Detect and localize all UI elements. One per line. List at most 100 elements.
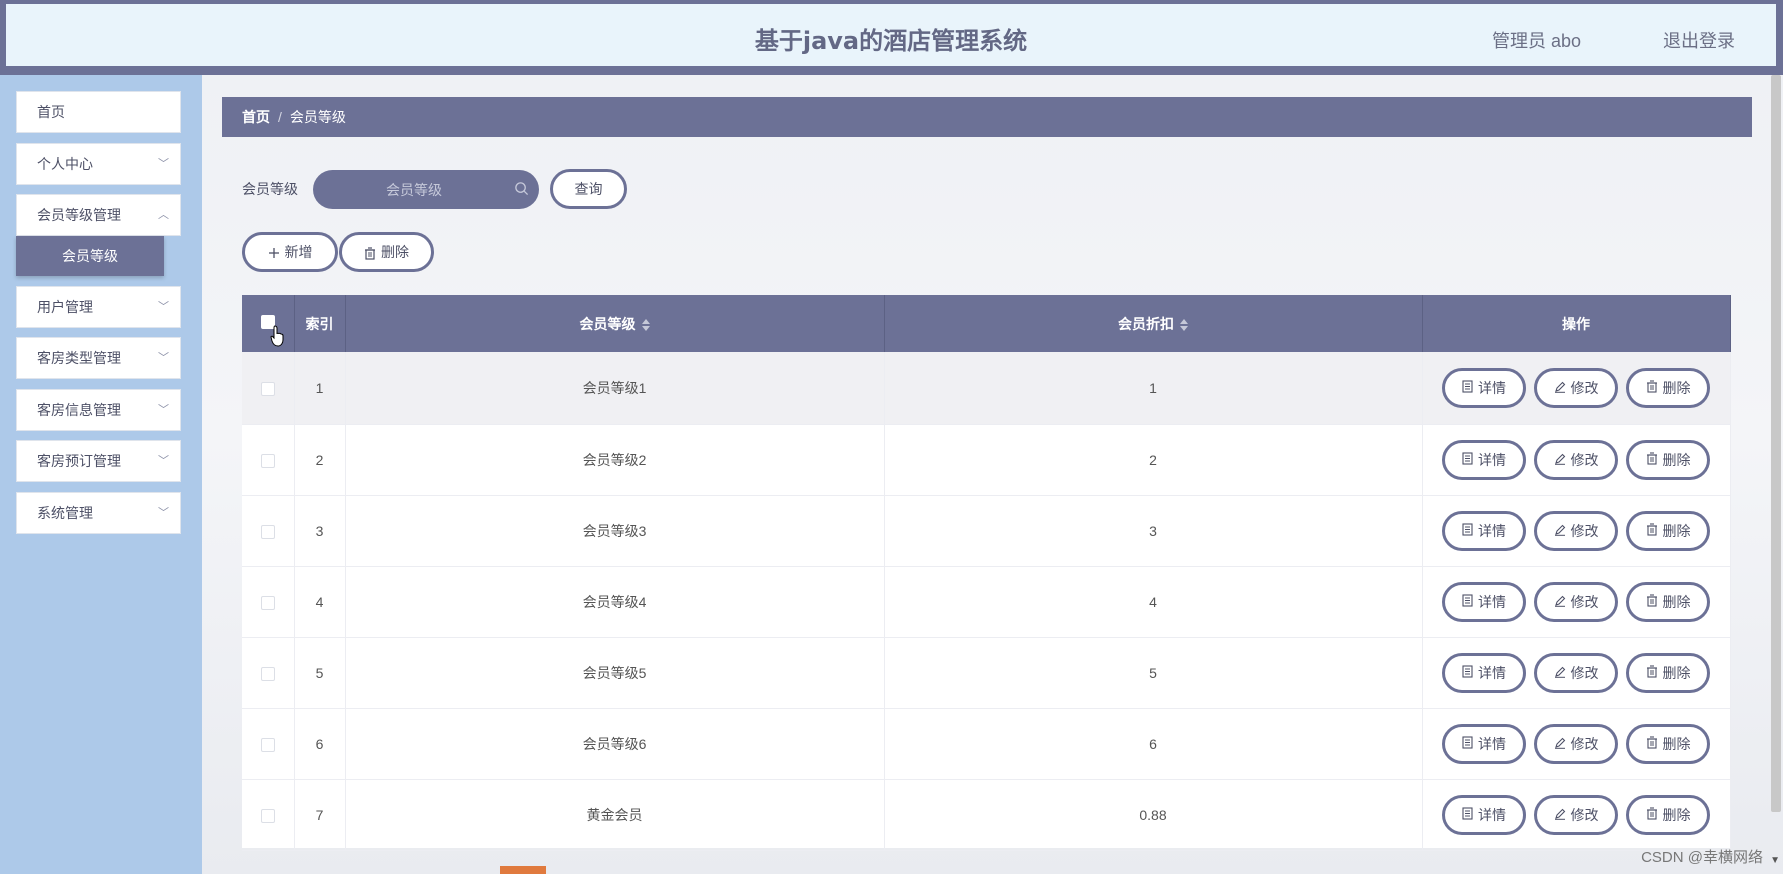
cell-index: 2 (294, 424, 346, 495)
delete-button[interactable]: 删除 (1626, 794, 1710, 835)
detail-label: 详情 (1478, 522, 1506, 539)
cell-level: 会员等级1 (345, 352, 885, 424)
trash-icon (1646, 727, 1658, 761)
delete-label: 删除 (1662, 379, 1691, 396)
row-select-cell (242, 708, 295, 779)
delete-button[interactable]: 删除 (1626, 367, 1710, 408)
breadcrumb-home[interactable]: 首页 (242, 109, 270, 125)
mouse-cursor-icon (270, 325, 284, 347)
chevron-down-icon: ﹀ (158, 301, 169, 313)
cell-ops: 详情 修改 删除 (1422, 708, 1731, 779)
detail-button[interactable]: 详情 (1442, 723, 1526, 764)
plus-icon (268, 248, 279, 259)
row-checkbox[interactable] (260, 737, 275, 752)
detail-button[interactable]: 详情 (1442, 439, 1526, 480)
trash-icon (1646, 443, 1658, 477)
sidebar-subitem-member-level[interactable]: 会员等级 (16, 236, 164, 276)
row-select-cell (242, 352, 295, 424)
cell-discount: 5 (884, 637, 1423, 708)
delete-label: 删除 (1662, 806, 1691, 823)
delete-button[interactable]: 删除 (1626, 581, 1710, 622)
edit-button[interactable]: 修改 (1534, 510, 1618, 551)
detail-label: 详情 (1478, 806, 1506, 823)
cell-index: 6 (294, 708, 346, 779)
edit-button[interactable]: 修改 (1534, 794, 1618, 835)
table-row: 3 会员等级3 3 详情 修改 删除 (242, 495, 1731, 566)
cell-level: 会员等级6 (345, 708, 885, 779)
edit-icon (1554, 585, 1566, 619)
header-ops: 操作 (1422, 295, 1731, 352)
scrollbar-thumb[interactable] (1771, 75, 1781, 812)
header-discount[interactable]: 会员折扣 (884, 295, 1423, 352)
sidebar-item-label: 客房预订管理 (37, 453, 121, 469)
table-row: 5 会员等级5 5 详情 修改 删除 (242, 637, 1731, 708)
table-row: 7 黄金会员 0.88 详情 修改 删除 (242, 779, 1731, 850)
edit-button[interactable]: 修改 (1534, 581, 1618, 622)
edit-button[interactable]: 修改 (1534, 652, 1618, 693)
trash-icon (1646, 798, 1658, 832)
logout-link[interactable]: 退出登录 (1663, 27, 1735, 53)
edit-button[interactable]: 修改 (1534, 367, 1618, 408)
cell-discount: 2 (884, 424, 1423, 495)
sidebar-item-room-info-mgmt[interactable]: 客房信息管理 ﹀ (16, 389, 181, 431)
scroll-down-arrow-icon[interactable]: ▼ (1770, 855, 1780, 866)
edit-button[interactable]: 修改 (1534, 723, 1618, 764)
document-icon (1462, 727, 1473, 761)
detail-button[interactable]: 详情 (1442, 581, 1526, 622)
cell-ops: 详情 修改 删除 (1422, 352, 1731, 424)
detail-label: 详情 (1478, 451, 1506, 468)
sidebar-item-system-mgmt[interactable]: 系统管理 ﹀ (16, 492, 181, 534)
delete-label: 删除 (1662, 664, 1691, 681)
row-checkbox[interactable] (260, 453, 275, 468)
header-level-label: 会员等级 (579, 315, 636, 332)
sort-icon[interactable] (1180, 318, 1188, 331)
cell-discount: 3 (884, 495, 1423, 566)
add-button-label: 新增 (284, 244, 313, 260)
row-checkbox[interactable] (260, 666, 275, 681)
row-checkbox[interactable] (260, 808, 275, 823)
detail-button[interactable]: 详情 (1442, 794, 1526, 835)
search-input[interactable] (313, 170, 539, 209)
delete-button[interactable]: 删除 (1626, 652, 1710, 693)
cell-index: 3 (294, 495, 346, 566)
detail-button[interactable]: 详情 (1442, 510, 1526, 551)
cell-index: 5 (294, 637, 346, 708)
cell-index: 1 (294, 352, 346, 424)
row-checkbox[interactable] (260, 595, 275, 610)
delete-label: 删除 (1662, 522, 1691, 539)
edit-button[interactable]: 修改 (1534, 439, 1618, 480)
sidebar-item-booking-mgmt[interactable]: 客房预订管理 ﹀ (16, 440, 181, 482)
delete-button[interactable]: 删除 (1626, 439, 1710, 480)
query-button[interactable]: 查询 (550, 169, 627, 209)
delete-button[interactable]: 删除 (1626, 510, 1710, 551)
delete-button[interactable]: 删除 (1626, 723, 1710, 764)
cell-index: 7 (294, 779, 346, 850)
sidebar-item-profile[interactable]: 个人中心 ﹀ (16, 143, 181, 185)
row-checkbox[interactable] (260, 381, 275, 396)
detail-button[interactable]: 详情 (1442, 652, 1526, 693)
sidebar-item-home[interactable]: 首页 (16, 91, 181, 133)
edit-label: 修改 (1570, 735, 1599, 752)
sort-icon[interactable] (641, 318, 650, 331)
row-select-cell (242, 495, 295, 566)
batch-delete-label: 删除 (381, 244, 409, 260)
batch-delete-button[interactable]: 删除 (339, 232, 434, 272)
sidebar-item-member-level-mgmt[interactable]: 会员等级管理 ︿ (16, 194, 181, 236)
search-box (313, 170, 539, 209)
detail-button[interactable]: 详情 (1442, 367, 1526, 408)
chevron-down-icon: ﹀ (158, 404, 169, 416)
cell-level: 会员等级4 (345, 566, 885, 637)
sidebar: 首页 个人中心 ﹀ 会员等级管理 ︿ 会员等级 用户管理 ﹀ 客房类型管理 ﹀ 客房信息… (0, 75, 202, 874)
sidebar-item-label: 会员等级管理 (37, 207, 121, 223)
document-icon (1462, 514, 1473, 548)
document-icon (1462, 798, 1473, 832)
edit-icon (1554, 443, 1566, 477)
cell-ops: 详情 修改 删除 (1422, 779, 1731, 850)
row-checkbox[interactable] (260, 524, 275, 539)
sidebar-item-user-mgmt[interactable]: 用户管理 ﹀ (16, 286, 181, 328)
sidebar-item-room-type-mgmt[interactable]: 客房类型管理 ﹀ (16, 337, 181, 379)
row-select-cell (242, 637, 295, 708)
header-level[interactable]: 会员等级 (345, 295, 885, 352)
add-button[interactable]: 新增 (242, 232, 338, 272)
edit-icon (1554, 798, 1566, 832)
